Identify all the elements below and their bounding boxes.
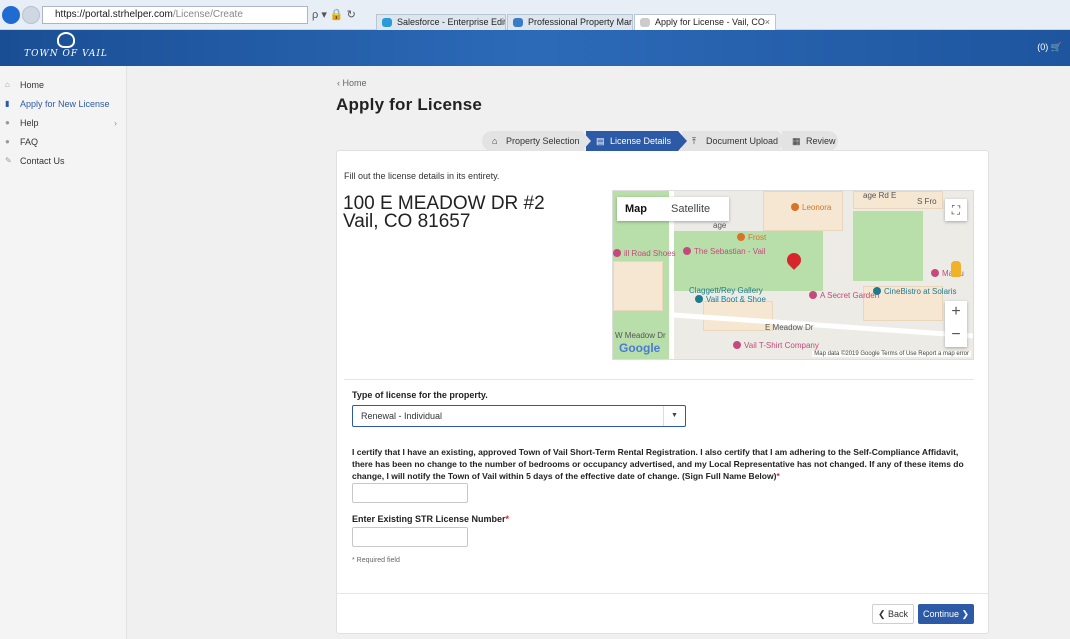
step-label: License Details: [610, 136, 672, 146]
zoom-in-button[interactable]: +: [945, 301, 967, 324]
document-icon: ▮: [5, 99, 10, 108]
section-divider: [344, 379, 974, 380]
map-attribution[interactable]: Map data ©2019 Google Terms of Use Repor…: [812, 351, 971, 357]
step-license-details[interactable]: ▤ License Details: [586, 131, 687, 151]
site-header: TOWN OF VAIL (0) 🛒: [0, 30, 1070, 66]
chevron-down-icon: ▼: [663, 406, 685, 426]
map-type-satellite-button[interactable]: Satellite: [671, 197, 710, 221]
browser-toolbar: https://portal.strhelper.com/License/Cre…: [0, 0, 1070, 31]
browser-forward-icon[interactable]: [22, 6, 40, 24]
back-button[interactable]: ❮ Back: [872, 604, 914, 624]
document-icon: ▤: [596, 136, 605, 146]
map-label-cinebistro[interactable]: CineBistro at Solaris: [873, 287, 956, 296]
sidebar: ⌂ Home ▮ Apply for New License ● Help › …: [0, 66, 127, 639]
required-field-note: * Required field: [352, 557, 400, 564]
street-view-pegman-icon[interactable]: [951, 261, 961, 277]
continue-button[interactable]: Continue ❯: [918, 604, 974, 624]
list-icon: ▦: [792, 136, 801, 146]
map-type-map-button[interactable]: Map: [625, 197, 647, 221]
sidebar-item-apply-new-license[interactable]: ▮ Apply for New License: [0, 95, 127, 113]
map-label-claggett-rey-gallery[interactable]: Claggett/Rey Gallery: [689, 286, 763, 295]
cloud-icon: [382, 18, 392, 27]
sidebar-item-help[interactable]: ● Help ›: [0, 114, 127, 132]
map-label-leonora[interactable]: Leonora: [791, 203, 831, 212]
sidebar-item-home[interactable]: ⌂ Home: [0, 76, 127, 94]
footer-divider: [336, 593, 989, 594]
license-type-select[interactable]: Renewal - Individual ▼: [352, 405, 686, 427]
pencil-icon: ✎: [5, 156, 12, 165]
sidebar-item-label: Contact Us: [20, 156, 65, 166]
step-document-upload[interactable]: ⤒ Document Upload: [682, 131, 787, 151]
address-bar[interactable]: https://portal.strhelper.com/License/Cre…: [42, 6, 308, 24]
faq-icon: ●: [5, 137, 10, 146]
map-label-the-sebastian[interactable]: The Sebastian - Vail: [683, 247, 765, 256]
tab-label: Salesforce - Enterprise Edition: [397, 17, 505, 27]
google-logo: Google: [619, 341, 661, 355]
town-of-vail-logo[interactable]: TOWN OF VAIL: [24, 32, 108, 64]
license-type-value: Renewal - Individual: [361, 411, 443, 421]
browser-tab-salesforce[interactable]: Salesforce - Enterprise Edition: [376, 14, 506, 31]
home-icon: ⌂: [492, 136, 498, 146]
vail-emblem-icon: [57, 32, 75, 48]
browser-back-icon[interactable]: [2, 6, 20, 24]
license-type-label: Type of license for the property.: [352, 390, 488, 400]
upload-icon: ⤒: [692, 136, 696, 146]
close-tab-icon[interactable]: ×: [765, 15, 770, 30]
sidebar-item-faq[interactable]: ● FAQ: [0, 133, 127, 151]
map-label-vail-boot-shoe[interactable]: Vail Boot & Shoe: [695, 295, 766, 304]
property-map[interactable]: Leonora Frost The Sebastian - Vail Clagg…: [612, 190, 974, 360]
form-intro-text: Fill out the license details in its enti…: [344, 171, 500, 181]
signature-input[interactable]: [352, 483, 468, 503]
sidebar-item-label: FAQ: [20, 137, 39, 147]
step-label: Document Upload: [706, 136, 779, 146]
tab-label: Apply for License - Vail, CO: [655, 17, 765, 27]
address-bar-icons[interactable]: ρ ▾ 🔒 ↻: [312, 6, 362, 24]
map-label-a-secret-garden[interactable]: A Secret Garden: [809, 291, 879, 300]
map-label-s-frontage: S Fro: [917, 197, 937, 206]
map-label-e-meadow-dr: E Meadow Dr: [765, 323, 814, 332]
step-label: Property Selection: [506, 136, 580, 146]
sidebar-item-label: Help: [20, 118, 39, 128]
url-path: /License/Create: [172, 9, 243, 20]
logo-text: TOWN OF VAIL: [24, 49, 108, 59]
required-asterisk: *: [776, 471, 780, 481]
cart-button[interactable]: (0) 🛒: [1037, 42, 1062, 53]
fullscreen-icon[interactable]: ⛶: [945, 199, 967, 221]
certification-text: I certify that I have an existing, appro…: [352, 447, 964, 481]
url-host: https://portal.strhelper.com: [55, 9, 173, 20]
zoom-control: + −: [945, 301, 967, 347]
sidebar-item-contact-us[interactable]: ✎ Contact Us: [0, 152, 127, 170]
browser-tab-apply-license[interactable]: Apply for License - Vail, CO ×: [634, 14, 776, 31]
property-address-line2: Vail, CO 81657: [343, 211, 471, 232]
page-title: Apply for License: [336, 95, 483, 114]
map-label-frontage-rd: age Rd E: [863, 191, 897, 200]
chevron-right-icon: ›: [114, 118, 117, 128]
home-icon: ⌂: [5, 80, 10, 89]
map-type-control: Map Satellite: [617, 197, 729, 221]
map-label-w-meadow-dr: W Meadow Dr: [615, 331, 666, 340]
site-favicon-icon: [513, 18, 523, 27]
sidebar-item-label: Home: [20, 80, 45, 90]
license-number-input[interactable]: [352, 527, 468, 547]
map-label-frost[interactable]: Frost: [737, 233, 766, 242]
license-number-label: Enter Existing STR License Number*: [352, 514, 510, 524]
browser-tab-property-manager[interactable]: Professional Property Manager...: [507, 14, 633, 31]
step-property-selection[interactable]: ⌂ Property Selection: [482, 131, 591, 151]
sidebar-item-label: Apply for New License: [20, 99, 110, 109]
breadcrumb-home[interactable]: ‹ Home: [337, 78, 367, 88]
help-icon: ●: [5, 118, 10, 127]
zoom-out-button[interactable]: −: [945, 324, 967, 347]
map-label-vail-tshirt[interactable]: Vail T-Shirt Company: [733, 341, 819, 350]
step-review[interactable]: ▦ Review: [782, 131, 838, 151]
certification-statement: I certify that I have an existing, appro…: [352, 446, 977, 482]
tab-label: Professional Property Manager...: [528, 17, 632, 27]
map-label-age: age: [713, 221, 727, 230]
map-label-ill-road-shoes[interactable]: ill Road Shoes: [613, 249, 676, 258]
required-asterisk: *: [505, 514, 510, 524]
site-favicon-icon: [640, 18, 650, 27]
step-label: Review: [806, 136, 836, 146]
